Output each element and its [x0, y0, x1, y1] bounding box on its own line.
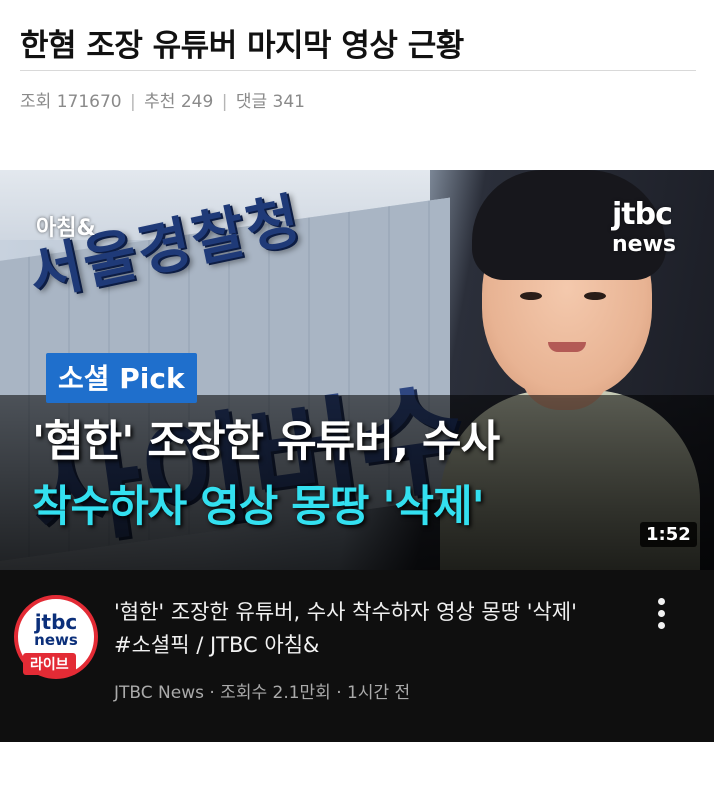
- title-divider: [20, 70, 696, 71]
- post-meta: 조회 171670 | 추천 249 | 댓글 341: [20, 87, 305, 112]
- kebab-dot: [657, 622, 665, 629]
- comments-label: 댓글: [235, 92, 268, 112]
- likes-label: 추천: [144, 92, 176, 112]
- jtbc-news-logo: jtbc news: [612, 200, 676, 260]
- presenter-mouth: [548, 342, 586, 352]
- network-logo-sub: news: [612, 232, 677, 257]
- channel-logo: jtbc news: [18, 612, 94, 649]
- presenter-eye: [584, 292, 606, 300]
- video-meta: JTBC News · 조회수 2.1만회 · 1시간 전: [114, 683, 411, 703]
- channel-logo-sub: news: [34, 631, 78, 649]
- meta-separator: |: [221, 92, 228, 112]
- video-card[interactable]: 서울경찰청 사이버수 아침& jtbc news 소셜 Pick '혐한' 조장…: [0, 170, 714, 742]
- kebab-dot: [657, 610, 665, 617]
- meta-separator: |: [130, 92, 136, 112]
- likes-count: 249: [180, 92, 214, 112]
- views-count: 171670: [56, 92, 122, 112]
- live-badge: 라이브: [23, 653, 76, 675]
- comments-count: 341: [272, 92, 305, 112]
- show-logo: 아침&: [36, 216, 96, 241]
- caption-line-1: '혐한' 조장한 유튜버, 수사: [32, 417, 500, 467]
- presenter-eye: [520, 292, 542, 300]
- kebab-dot: [657, 598, 665, 605]
- caption-line-2: 착수하자 영상 몽땅 '삭제': [32, 482, 485, 532]
- more-vert-icon[interactable]: [650, 598, 672, 638]
- video-duration: 1:52: [640, 522, 697, 547]
- video-thumbnail[interactable]: 서울경찰청 사이버수 아침& jtbc news 소셜 Pick '혐한' 조장…: [0, 170, 714, 570]
- social-pick-badge: 소셜 Pick: [46, 353, 197, 403]
- views-label: 조회: [20, 92, 52, 112]
- network-logo-text: jtbc: [612, 197, 673, 232]
- post-title: 한혐 조장 유튜버 마지막 영상 근황: [20, 28, 464, 64]
- video-title[interactable]: '혐한' 조장한 유튜버, 수사 착수하자 영상 몽땅 '삭제' #소셜픽 / …: [114, 596, 594, 662]
